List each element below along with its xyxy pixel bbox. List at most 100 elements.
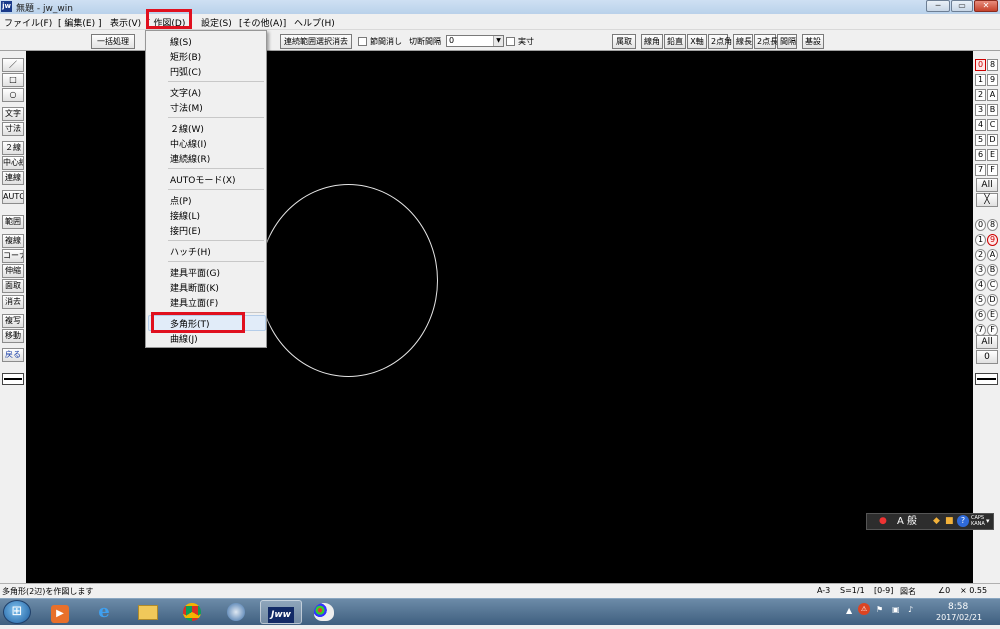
- menu-item-hatch[interactable]: ハッチ(H): [170, 245, 211, 258]
- interval-button[interactable]: 間隔: [777, 34, 797, 49]
- tool-move[interactable]: 移動: [2, 329, 24, 343]
- group-c-button[interactable]: C: [987, 279, 998, 291]
- group-2-button[interactable]: 2: [975, 249, 986, 261]
- layer-e-button[interactable]: E: [987, 149, 998, 161]
- angle-display[interactable]: ∠0: [938, 586, 950, 595]
- tool-continuous-line[interactable]: 連線: [2, 171, 24, 185]
- continuous-range-clear-button[interactable]: 連続範囲選択消去: [280, 34, 352, 49]
- minimize-button[interactable]: ─: [926, 0, 950, 12]
- layer-range[interactable]: [0-9]: [874, 586, 893, 595]
- tool-offset-line[interactable]: 複線: [2, 234, 24, 248]
- layer-4-button[interactable]: 4: [975, 119, 986, 131]
- menu-item-point[interactable]: 点(P): [170, 194, 191, 207]
- layer-f-button[interactable]: F: [987, 164, 998, 176]
- paint-icon[interactable]: [306, 600, 342, 624]
- group-1-button[interactable]: 1: [975, 234, 986, 246]
- group-8-button[interactable]: 8: [987, 219, 998, 231]
- paper-size[interactable]: A-3: [817, 586, 830, 595]
- tool-circle[interactable]: ○: [2, 88, 24, 102]
- line-angle-button[interactable]: 線角: [641, 34, 663, 49]
- attr-pick-button[interactable]: 属取: [612, 34, 636, 49]
- layer-c-button[interactable]: C: [987, 119, 998, 131]
- group-6-button[interactable]: 6: [975, 309, 986, 321]
- ime-dictionary-icon[interactable]: ■: [945, 514, 954, 529]
- tool-stretch[interactable]: 伸縮: [2, 264, 24, 278]
- ime-mode[interactable]: A 般: [897, 514, 917, 529]
- menu-help[interactable]: ヘルプ(H): [294, 16, 335, 29]
- menu-item-text[interactable]: 文字(A): [170, 86, 201, 99]
- actual-size-checkbox[interactable]: [506, 37, 515, 46]
- two-point-length-button[interactable]: 2点長: [754, 34, 778, 49]
- layer-2-button[interactable]: 2: [975, 89, 986, 101]
- menu-item-fitting-plan[interactable]: 建具平面(G): [170, 266, 220, 279]
- two-point-angle-button[interactable]: 2点角: [708, 34, 732, 49]
- tool-chamfer[interactable]: 面取: [2, 279, 24, 293]
- action-center-flag-icon[interactable]: ⚑: [876, 605, 883, 614]
- clock-time[interactable]: 8:58: [948, 602, 968, 612]
- layer-3-button[interactable]: 3: [975, 104, 986, 116]
- media-player-icon[interactable]: ▶: [42, 600, 78, 624]
- group-zero-button[interactable]: 0: [976, 350, 998, 364]
- menu-view[interactable]: 表示(V): [110, 16, 141, 29]
- section-erase-checkbox[interactable]: [358, 37, 367, 46]
- menu-item-center-line[interactable]: 中心線(I): [170, 137, 207, 150]
- jw-cad-icon[interactable]: Jww: [260, 600, 302, 624]
- layer-line-indicator[interactable]: [975, 373, 998, 385]
- volume-icon[interactable]: ♪: [908, 605, 913, 614]
- group-9-button[interactable]: 9: [987, 234, 998, 246]
- help-icon[interactable]: ?: [957, 515, 969, 527]
- internet-explorer-icon[interactable]: e: [86, 600, 122, 624]
- thunderbird-icon[interactable]: [218, 600, 254, 624]
- menu-item-double-line[interactable]: ２線(W): [170, 122, 204, 135]
- chrome-icon[interactable]: [174, 600, 210, 624]
- x-axis-button[interactable]: X軸: [687, 34, 707, 49]
- tool-text[interactable]: 文字: [2, 107, 24, 121]
- tool-dimension[interactable]: 寸法: [2, 122, 24, 136]
- file-explorer-icon[interactable]: [130, 600, 166, 624]
- menu-item-tangent-line[interactable]: 接線(L): [170, 209, 200, 222]
- tray-expand-icon[interactable]: ▲: [846, 606, 852, 615]
- menu-item-curve[interactable]: 曲線(J): [170, 332, 198, 345]
- tool-erase[interactable]: 消去: [2, 295, 24, 309]
- tool-double-line[interactable]: ２線: [2, 141, 24, 155]
- base-set-button[interactable]: 基設: [802, 34, 824, 49]
- menu-item-fitting-section[interactable]: 建具断面(K): [170, 281, 219, 294]
- tool-auto[interactable]: AUTO: [2, 190, 24, 204]
- menu-item-auto-mode[interactable]: AUTOモード(X): [170, 173, 236, 186]
- menu-item-dimension[interactable]: 寸法(M): [170, 101, 203, 114]
- menu-settings[interactable]: 設定(S): [201, 16, 232, 29]
- layer-b-button[interactable]: B: [987, 104, 998, 116]
- tool-corner[interactable]: コーナー: [2, 249, 24, 263]
- layer-d-button[interactable]: D: [987, 134, 998, 146]
- layer-5-button[interactable]: 5: [975, 134, 986, 146]
- layer-8-button[interactable]: 8: [987, 59, 998, 71]
- group-4-button[interactable]: 4: [975, 279, 986, 291]
- antivirus-icon[interactable]: ⚠: [858, 603, 870, 615]
- group-e-button[interactable]: E: [987, 309, 998, 321]
- layer-0-button[interactable]: 0: [975, 59, 986, 71]
- group-all-button[interactable]: All: [976, 335, 998, 349]
- zoom-display[interactable]: × 0.55: [960, 586, 987, 595]
- group-a-button[interactable]: A: [987, 249, 998, 261]
- line-length-button[interactable]: 線長: [733, 34, 753, 49]
- group-d-button[interactable]: D: [987, 294, 998, 306]
- close-button[interactable]: ✕: [974, 0, 998, 12]
- vertical-button[interactable]: 鉛直: [664, 34, 686, 49]
- menu-item-fitting-elevation[interactable]: 建具立面(F): [170, 296, 218, 309]
- layer-x-button[interactable]: ╳: [976, 193, 998, 207]
- menu-item-arc[interactable]: 円弧(C): [170, 65, 201, 78]
- menu-other[interactable]: [その他(A)]: [239, 16, 286, 29]
- layer-all-button[interactable]: All: [976, 178, 998, 192]
- menu-item-tangent-circle[interactable]: 接円(E): [170, 224, 201, 237]
- layer-name[interactable]: 図名: [900, 586, 916, 597]
- cut-interval-select[interactable]: 0 ▼: [446, 35, 504, 47]
- ime-language-bar[interactable]: ● A 般 ◆ ■ ? CAPS KANA ▾: [866, 513, 994, 530]
- ime-options-icon[interactable]: ▾: [986, 514, 990, 529]
- network-icon[interactable]: ▣: [892, 605, 900, 614]
- batch-process-button[interactable]: 一括処理: [91, 34, 135, 49]
- line-type-indicator[interactable]: [2, 373, 24, 385]
- tool-line[interactable]: ／: [2, 58, 24, 72]
- layer-6-button[interactable]: 6: [975, 149, 986, 161]
- tool-range[interactable]: 範囲: [2, 215, 24, 229]
- group-0-button[interactable]: 0: [975, 219, 986, 231]
